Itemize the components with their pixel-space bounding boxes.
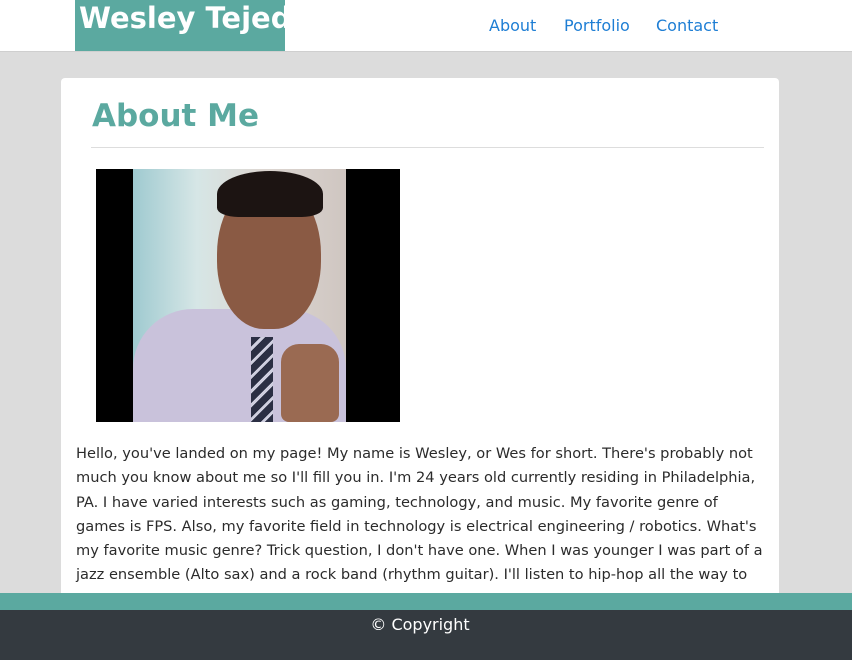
footer-accent-stripe [0, 593, 852, 610]
photo-tie [251, 337, 273, 422]
nav-link-about[interactable]: About [489, 16, 536, 35]
page-title: About Me [92, 98, 260, 134]
site-brand[interactable]: Wesley Tejeda [75, 0, 285, 51]
nav-link-contact[interactable]: Contact [656, 16, 718, 35]
photo-content [133, 169, 346, 422]
nav-link-portfolio[interactable]: Portfolio [564, 16, 630, 35]
copyright-text: © Copyright [370, 615, 470, 634]
site-header: Wesley Tejeda About Portfolio Contact [0, 0, 852, 52]
title-divider [91, 147, 764, 148]
photo-thumb [281, 344, 339, 422]
profile-photo [96, 169, 400, 422]
about-card: About Me Hello, you've landed on my page… [61, 78, 779, 618]
about-paragraph: Hello, you've landed on my page! My name… [76, 445, 763, 608]
site-footer: © Copyright [0, 610, 852, 660]
photo-hair [217, 171, 323, 217]
